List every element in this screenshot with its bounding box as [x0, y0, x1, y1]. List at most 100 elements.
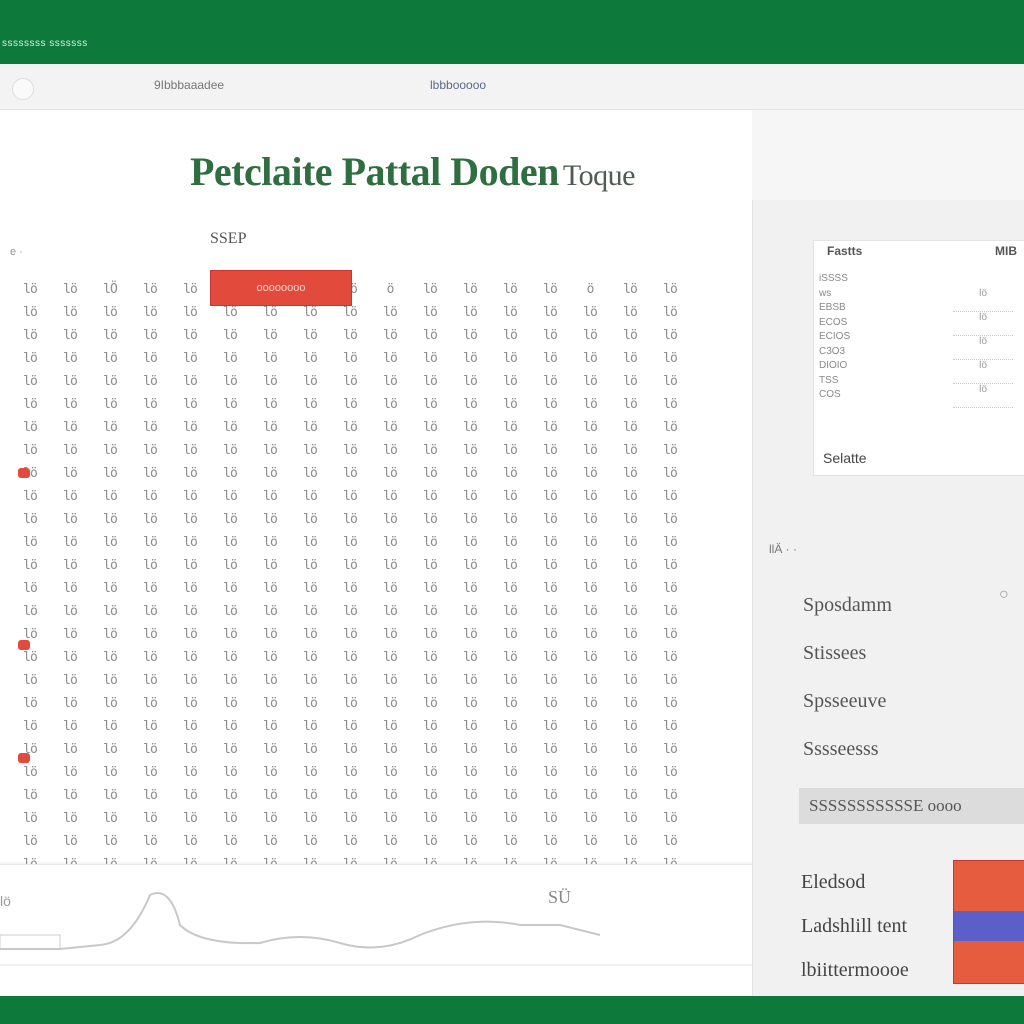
grid-cell[interactable]: lö: [570, 508, 610, 531]
grid-cell[interactable]: lö: [90, 830, 130, 853]
grid-cell[interactable]: lö: [250, 347, 290, 370]
grid-cell[interactable]: lö: [170, 669, 210, 692]
grid-cell[interactable]: lö: [90, 715, 130, 738]
grid-cell[interactable]: lö: [410, 485, 450, 508]
grid-cell[interactable]: lö: [410, 830, 450, 853]
grid-cell[interactable]: lö: [250, 393, 290, 416]
grid-cell[interactable]: lö: [330, 577, 370, 600]
window-control[interactable]: [12, 78, 34, 100]
grid-cell[interactable]: lö: [450, 784, 490, 807]
grid-cell[interactable]: lö: [10, 301, 50, 324]
grid-cell[interactable]: lö: [10, 416, 50, 439]
grid-cell[interactable]: lö: [90, 531, 130, 554]
grid-cell[interactable]: lö: [650, 439, 690, 462]
grid-cell[interactable]: lö: [410, 416, 450, 439]
grid-cell[interactable]: lö: [410, 600, 450, 623]
grid-cell[interactable]: lö: [10, 531, 50, 554]
grid-cell[interactable]: lö: [170, 485, 210, 508]
grid-cell[interactable]: lö: [530, 370, 570, 393]
grid-cell[interactable]: lö: [650, 347, 690, 370]
grid-cell[interactable]: lö: [410, 738, 450, 761]
grid-cell[interactable]: lö: [650, 646, 690, 669]
grid-cell[interactable]: lö: [170, 462, 210, 485]
grid-cell[interactable]: lö: [130, 692, 170, 715]
grid-cell[interactable]: lö: [370, 646, 410, 669]
grid-cell[interactable]: lö: [530, 554, 570, 577]
grid-cell[interactable]: lö: [50, 830, 90, 853]
grid-cell[interactable]: lö: [570, 692, 610, 715]
color-thumbnail[interactable]: [953, 860, 1024, 984]
grid-cell[interactable]: lö: [170, 784, 210, 807]
grid-cell[interactable]: lö: [250, 577, 290, 600]
red-action-button[interactable]: oooooooo: [210, 270, 352, 306]
grid-cell[interactable]: lö: [210, 347, 250, 370]
grid-cell[interactable]: lö: [170, 807, 210, 830]
grid-cell[interactable]: lö: [250, 508, 290, 531]
grid-cell[interactable]: lö: [490, 416, 530, 439]
grid-cell[interactable]: lö: [90, 370, 130, 393]
grid-cell[interactable]: lö: [570, 623, 610, 646]
grid-cell[interactable]: lö: [10, 669, 50, 692]
grid-cell[interactable]: lö: [10, 278, 50, 301]
grid-cell[interactable]: lö: [450, 761, 490, 784]
grid-cell[interactable]: lö: [410, 715, 450, 738]
grid-cell[interactable]: lö: [290, 646, 330, 669]
grid-cell[interactable]: lö: [50, 485, 90, 508]
grid-cell[interactable]: lö: [450, 577, 490, 600]
grid-cell[interactable]: lö: [370, 577, 410, 600]
grid-cell[interactable]: lö: [330, 692, 370, 715]
grid-cell[interactable]: lö: [130, 807, 170, 830]
grid-cell[interactable]: lö: [450, 646, 490, 669]
grid-cell[interactable]: lö: [290, 554, 330, 577]
grid-cell[interactable]: lö: [530, 623, 570, 646]
grid-cell[interactable]: lö: [570, 715, 610, 738]
grid-cell[interactable]: lö: [330, 600, 370, 623]
grid-cell[interactable]: lö: [10, 715, 50, 738]
grid-cell[interactable]: lö: [290, 715, 330, 738]
grid-cell[interactable]: lö: [250, 623, 290, 646]
grid-cell[interactable]: lö: [530, 807, 570, 830]
grid-cell[interactable]: lö: [50, 531, 90, 554]
grid-cell[interactable]: lö: [330, 462, 370, 485]
grid-cell[interactable]: lö: [610, 416, 650, 439]
grid-cell[interactable]: lö: [530, 738, 570, 761]
grid-cell[interactable]: lö: [650, 462, 690, 485]
grid-cell[interactable]: lö: [330, 715, 370, 738]
grid-cell[interactable]: lö: [650, 738, 690, 761]
grid-cell[interactable]: lö: [530, 508, 570, 531]
grid-cell[interactable]: lö: [490, 807, 530, 830]
grid-cell[interactable]: lö: [370, 370, 410, 393]
grid-cell[interactable]: lö: [370, 784, 410, 807]
grid-cell[interactable]: lö: [210, 416, 250, 439]
grid-cell[interactable]: lö: [90, 439, 130, 462]
grid-cell[interactable]: lö: [330, 439, 370, 462]
grid-cell[interactable]: lö: [10, 784, 50, 807]
grid-cell[interactable]: lö: [610, 370, 650, 393]
grid-cell[interactable]: lö: [250, 324, 290, 347]
grid-cell[interactable]: lö: [210, 623, 250, 646]
grid-cell[interactable]: lö: [410, 784, 450, 807]
grid-cell[interactable]: lö: [410, 393, 450, 416]
grid-cell[interactable]: lö: [490, 692, 530, 715]
grid-cell[interactable]: lö: [330, 347, 370, 370]
grid-cell[interactable]: lö: [490, 370, 530, 393]
grid-cell[interactable]: lö: [250, 761, 290, 784]
grid-cell[interactable]: lö: [330, 784, 370, 807]
grid-cell[interactable]: lö: [90, 462, 130, 485]
grid-cell[interactable]: lö: [490, 347, 530, 370]
grid-cell[interactable]: lö: [450, 439, 490, 462]
grid-cell[interactable]: lö: [650, 301, 690, 324]
grid-cell[interactable]: lö: [50, 807, 90, 830]
grid-cell[interactable]: lö: [210, 692, 250, 715]
grid-cell[interactable]: lö: [650, 485, 690, 508]
grid-cell[interactable]: lö: [570, 347, 610, 370]
grid-cell[interactable]: lö: [490, 462, 530, 485]
grid-cell[interactable]: lö: [10, 554, 50, 577]
grid-cell[interactable]: lö: [250, 715, 290, 738]
grid-cell[interactable]: ö: [570, 278, 610, 301]
grid-cell[interactable]: lö: [210, 462, 250, 485]
grid-cell[interactable]: lö: [50, 347, 90, 370]
grid-cell[interactable]: lö: [170, 347, 210, 370]
grid-cell[interactable]: lö: [610, 715, 650, 738]
grid-cell[interactable]: lö: [10, 347, 50, 370]
